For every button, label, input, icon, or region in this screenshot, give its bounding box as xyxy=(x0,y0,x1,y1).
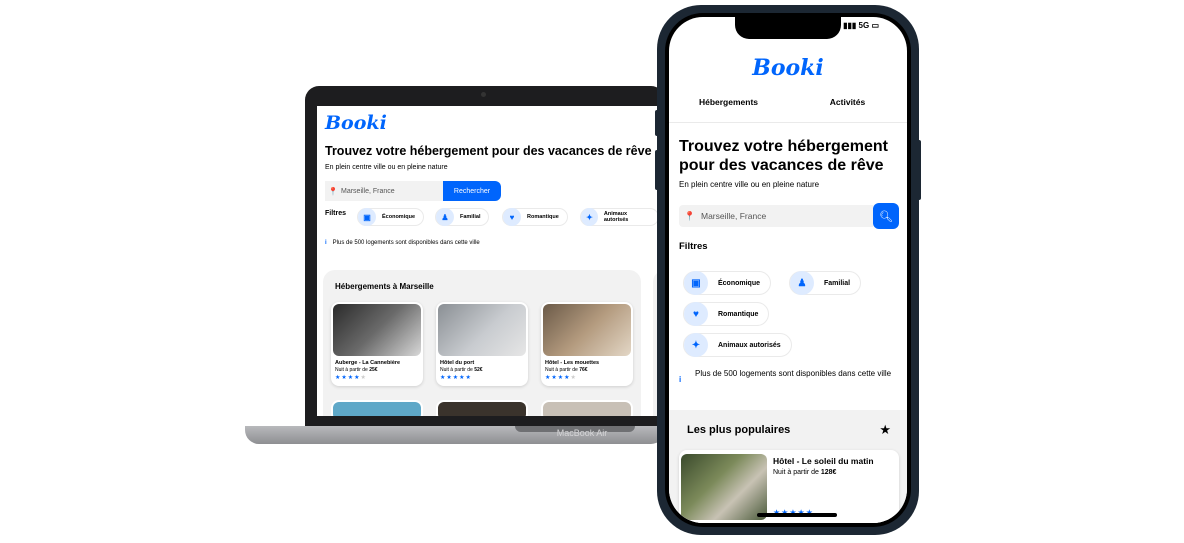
section-title: Les plus populaires xyxy=(687,424,791,436)
dog-icon: ✦ xyxy=(581,208,598,226)
page-subtitle: En plein centre ville ou en pleine natur… xyxy=(679,180,820,189)
info-icon: i xyxy=(325,240,327,246)
listing-image xyxy=(333,304,421,356)
phone-mockup: ▮▮▮ 5G ▭ Booki Hébergements Activités Tr… xyxy=(657,5,919,535)
filter-familial[interactable]: ♟ Familial xyxy=(789,271,862,295)
logo[interactable]: Booki xyxy=(325,112,387,134)
listing-name: Hôtel du port xyxy=(440,360,475,366)
filter-label: Économique xyxy=(718,279,761,287)
search-icon: 🔍︎ xyxy=(879,210,893,223)
info-text: Plus de 500 logements sont disponibles d… xyxy=(332,240,480,246)
heart-icon: ♥ xyxy=(684,302,708,326)
listing-price: Nuit à partir de 25€ xyxy=(335,367,378,373)
info-banner: i Plus de 500 logements sont disponibles … xyxy=(325,240,480,246)
money-icon: ▣ xyxy=(358,208,376,226)
listing-card[interactable] xyxy=(541,400,633,416)
filter-animaux[interactable]: ✦ Animaux autorisés xyxy=(683,333,792,357)
location-pin-icon: 📍 xyxy=(328,186,338,196)
mobile-screen: ▮▮▮ 5G ▭ Booki Hébergements Activités Tr… xyxy=(669,17,907,523)
filter-romantique[interactable]: ♥ Romantique xyxy=(502,208,568,226)
nav-hebergements[interactable]: Hébergements xyxy=(669,97,788,122)
listing-card[interactable] xyxy=(331,400,423,416)
rating-stars: ★★★★★ xyxy=(440,375,472,381)
money-icon: ▣ xyxy=(684,271,708,295)
star-icon: ★ xyxy=(879,422,891,437)
section-title: Hébergements à Marseille xyxy=(335,282,434,291)
search-input[interactable]: 📍 Marseille, France xyxy=(325,181,443,201)
listing-image xyxy=(543,304,631,356)
info-icon: i xyxy=(679,375,682,384)
main-nav: Hébergements Activités xyxy=(669,97,907,123)
phone-notch xyxy=(735,17,841,39)
family-icon: ♟ xyxy=(790,271,814,295)
listing-image xyxy=(438,304,526,356)
listing-card[interactable] xyxy=(436,400,528,416)
home-indicator xyxy=(757,513,837,517)
listing-price: Nuit à partir de 52€ xyxy=(440,367,483,373)
laptop-lid: Booki Trouvez votre hébergement pour des… xyxy=(305,86,665,432)
info-text: Plus de 500 logements sont disponibles d… xyxy=(695,369,892,378)
heart-icon: ♥ xyxy=(503,208,521,226)
listing-name: Hôtel - Le soleil du matin xyxy=(773,456,874,466)
location-pin-icon: 📍 xyxy=(684,210,696,221)
filters-label: Filtres xyxy=(325,210,347,217)
search-input-placeholder: Marseille, France xyxy=(701,211,767,221)
listing-card[interactable]: Hôtel - Les mouettes Nuit à partir de 76… xyxy=(541,302,633,386)
desktop-screen: Booki Trouvez votre hébergement pour des… xyxy=(317,106,659,416)
listing-name: Auberge - La Cannebière xyxy=(335,360,401,366)
filter-label: Romantique xyxy=(527,214,559,220)
search-bar: 📍 Marseille, France 🔍︎ xyxy=(679,203,899,229)
logo[interactable]: Booki xyxy=(669,55,907,81)
status-bar: ▮▮▮ 5G ▭ xyxy=(843,21,879,30)
page-title: Trouvez votre hébergement pour des vacan… xyxy=(679,138,888,174)
camera-icon xyxy=(481,92,486,97)
listing-price: Nuit à partir de 128€ xyxy=(773,469,837,476)
filter-romantique[interactable]: ♥ Romantique xyxy=(683,302,770,326)
search-button[interactable]: Rechercher xyxy=(443,181,501,201)
filter-label: Familial xyxy=(824,279,851,287)
network-label: 5G xyxy=(858,21,870,30)
search-button[interactable]: 🔍︎ xyxy=(873,203,899,229)
filter-label: Romantique xyxy=(718,310,759,318)
filter-animaux[interactable]: ✦ Animaux autorisés xyxy=(580,208,659,226)
filter-label: Animaux autorisés xyxy=(718,341,781,349)
listing-image xyxy=(681,454,767,520)
listing-card[interactable]: Auberge - La Cannebière Nuit à partir de… xyxy=(331,302,423,386)
filter-label: Animaux autorisés xyxy=(603,211,629,223)
nav-activites[interactable]: Activités xyxy=(788,97,907,122)
search-input[interactable]: 📍 Marseille, France xyxy=(679,205,873,227)
filter-familial[interactable]: ♟ Familial xyxy=(435,208,490,226)
rating-stars: ★★★★★ xyxy=(545,375,577,381)
filter-label: Familial xyxy=(460,214,481,220)
search-bar: 📍 Marseille, France Rechercher xyxy=(325,181,501,201)
listing-name: Hôtel - Les mouettes xyxy=(545,360,600,366)
listing-price: Nuit à partir de 76€ xyxy=(545,367,588,373)
page-title: Trouvez votre hébergement pour des vacan… xyxy=(325,144,652,158)
listings-panel: Hébergements à Marseille Auberge - La Ca… xyxy=(323,270,641,416)
info-banner: i Plus de 500 logements sont disponibles… xyxy=(679,369,899,384)
dog-icon: ✦ xyxy=(684,333,708,357)
listing-card[interactable]: Hôtel du port Nuit à partir de 52€ ★★★★★ xyxy=(436,302,528,386)
filter-economique[interactable]: ▣ Économique xyxy=(357,208,425,226)
rating-stars: ★★★★★ xyxy=(335,375,367,381)
family-icon: ♟ xyxy=(436,208,454,226)
filters-label: Filtres xyxy=(679,241,708,252)
page-subtitle: En plein centre ville ou en pleine natur… xyxy=(325,164,448,171)
search-input-value: Marseille, France xyxy=(341,187,395,195)
filter-economique[interactable]: ▣ Économique xyxy=(683,271,772,295)
laptop-mockup: Booki Trouvez votre hébergement pour des… xyxy=(245,86,665,452)
popular-section: Les plus populaires ★ Hôtel - Le soleil … xyxy=(669,410,907,523)
device-label: MacBook Air xyxy=(556,428,608,438)
filter-label: Économique xyxy=(382,214,416,220)
